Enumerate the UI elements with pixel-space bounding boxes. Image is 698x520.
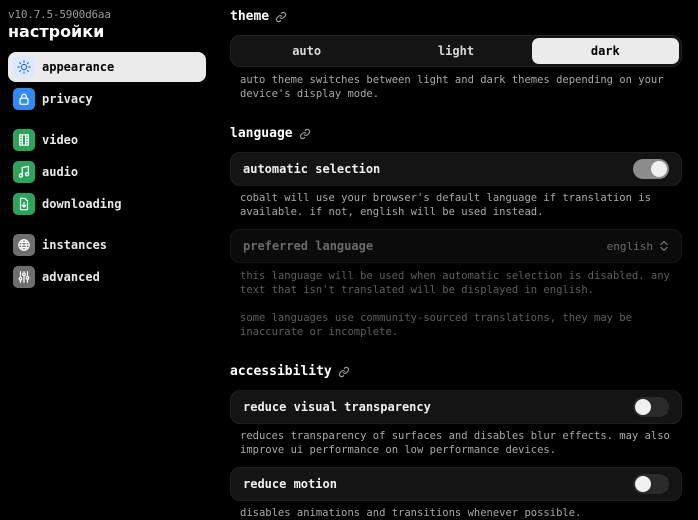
version-label: v10.7.5-5900d6aa xyxy=(8,8,111,21)
reduce-motion-description: disables animations and transitions when… xyxy=(240,507,582,519)
link-icon xyxy=(275,11,287,22)
community-translations-note: some languages use community-sourced tra… xyxy=(240,312,632,338)
automatic-selection-label: automatic selection xyxy=(243,162,381,176)
reduce-transparency-description: reduces transparency of surfaces and dis… xyxy=(240,430,670,456)
toggle-knob xyxy=(651,161,667,177)
preferred-language-description: this language will be used when automati… xyxy=(240,270,670,296)
preferred-language-value: english xyxy=(606,239,653,253)
theme-option-dark[interactable]: dark xyxy=(531,38,679,64)
sidebar-item-instances[interactable]: instances xyxy=(8,230,206,260)
toggle-knob xyxy=(635,476,651,492)
sidebar-item-audio[interactable]: audio xyxy=(8,157,206,187)
sidebar-item-label: video xyxy=(42,133,79,147)
settings-content: theme auto light dark auto theme switche… xyxy=(230,0,682,520)
sidebar-item-label: appearance xyxy=(42,60,115,74)
sidebar-item-appearance[interactable]: appearance xyxy=(8,52,206,82)
toggle-knob xyxy=(635,399,651,415)
sidebar: v10.7.5-5900d6aa настройки appearance pr… xyxy=(0,0,214,520)
sidebar-item-label: instances xyxy=(42,238,108,252)
sidebar-item-privacy[interactable]: privacy xyxy=(8,84,206,114)
music-note-icon xyxy=(13,161,35,183)
globe-icon xyxy=(13,234,35,256)
theme-option-auto[interactable]: auto xyxy=(233,38,380,64)
chevron-up-down-icon xyxy=(660,240,668,252)
sidebar-item-label: privacy xyxy=(42,92,93,106)
theme-option-light[interactable]: light xyxy=(382,38,529,64)
theme-section-title[interactable]: theme xyxy=(230,9,287,24)
section-title-text: accessibility xyxy=(230,364,332,379)
section-title-text: theme xyxy=(230,9,270,24)
theme-description: auto theme switches between light and da… xyxy=(240,74,664,100)
automatic-selection-toggle[interactable] xyxy=(633,159,669,179)
link-icon xyxy=(338,366,349,377)
sidebar-item-advanced[interactable]: advanced xyxy=(8,262,206,292)
download-file-icon xyxy=(13,193,35,215)
section-title-text: language xyxy=(230,126,293,141)
appearance-icon xyxy=(13,56,35,78)
reduce-motion-label: reduce motion xyxy=(243,477,337,491)
sidebar-item-video[interactable]: video xyxy=(8,125,206,155)
reduce-transparency-toggle[interactable] xyxy=(633,397,669,417)
sidebar-item-label: advanced xyxy=(42,270,100,284)
sidebar-item-downloading[interactable]: downloading xyxy=(8,189,206,219)
sidebar-item-label: audio xyxy=(42,165,79,179)
link-icon xyxy=(299,128,310,139)
language-section-title[interactable]: language xyxy=(230,126,311,141)
preferred-language-row[interactable]: preferred language english xyxy=(230,229,682,263)
lock-icon xyxy=(13,88,35,110)
preferred-language-select[interactable]: english xyxy=(607,240,669,253)
reduce-motion-toggle[interactable] xyxy=(633,474,669,494)
reduce-transparency-label: reduce visual transparency xyxy=(243,400,431,414)
reduce-motion-row[interactable]: reduce motion xyxy=(230,467,682,501)
settings-heading: настройки xyxy=(8,22,105,41)
preferred-language-label: preferred language xyxy=(243,239,374,253)
theme-selector: auto light dark xyxy=(230,35,682,67)
sliders-icon xyxy=(13,266,35,288)
reduce-transparency-row[interactable]: reduce visual transparency xyxy=(230,390,682,424)
automatic-selection-row[interactable]: automatic selection xyxy=(230,152,682,186)
accessibility-section-title[interactable]: accessibility xyxy=(230,364,350,379)
sidebar-item-label: downloading xyxy=(42,197,122,211)
film-icon xyxy=(13,129,35,151)
automatic-selection-description: cobalt will use your browser's default l… xyxy=(240,192,651,218)
